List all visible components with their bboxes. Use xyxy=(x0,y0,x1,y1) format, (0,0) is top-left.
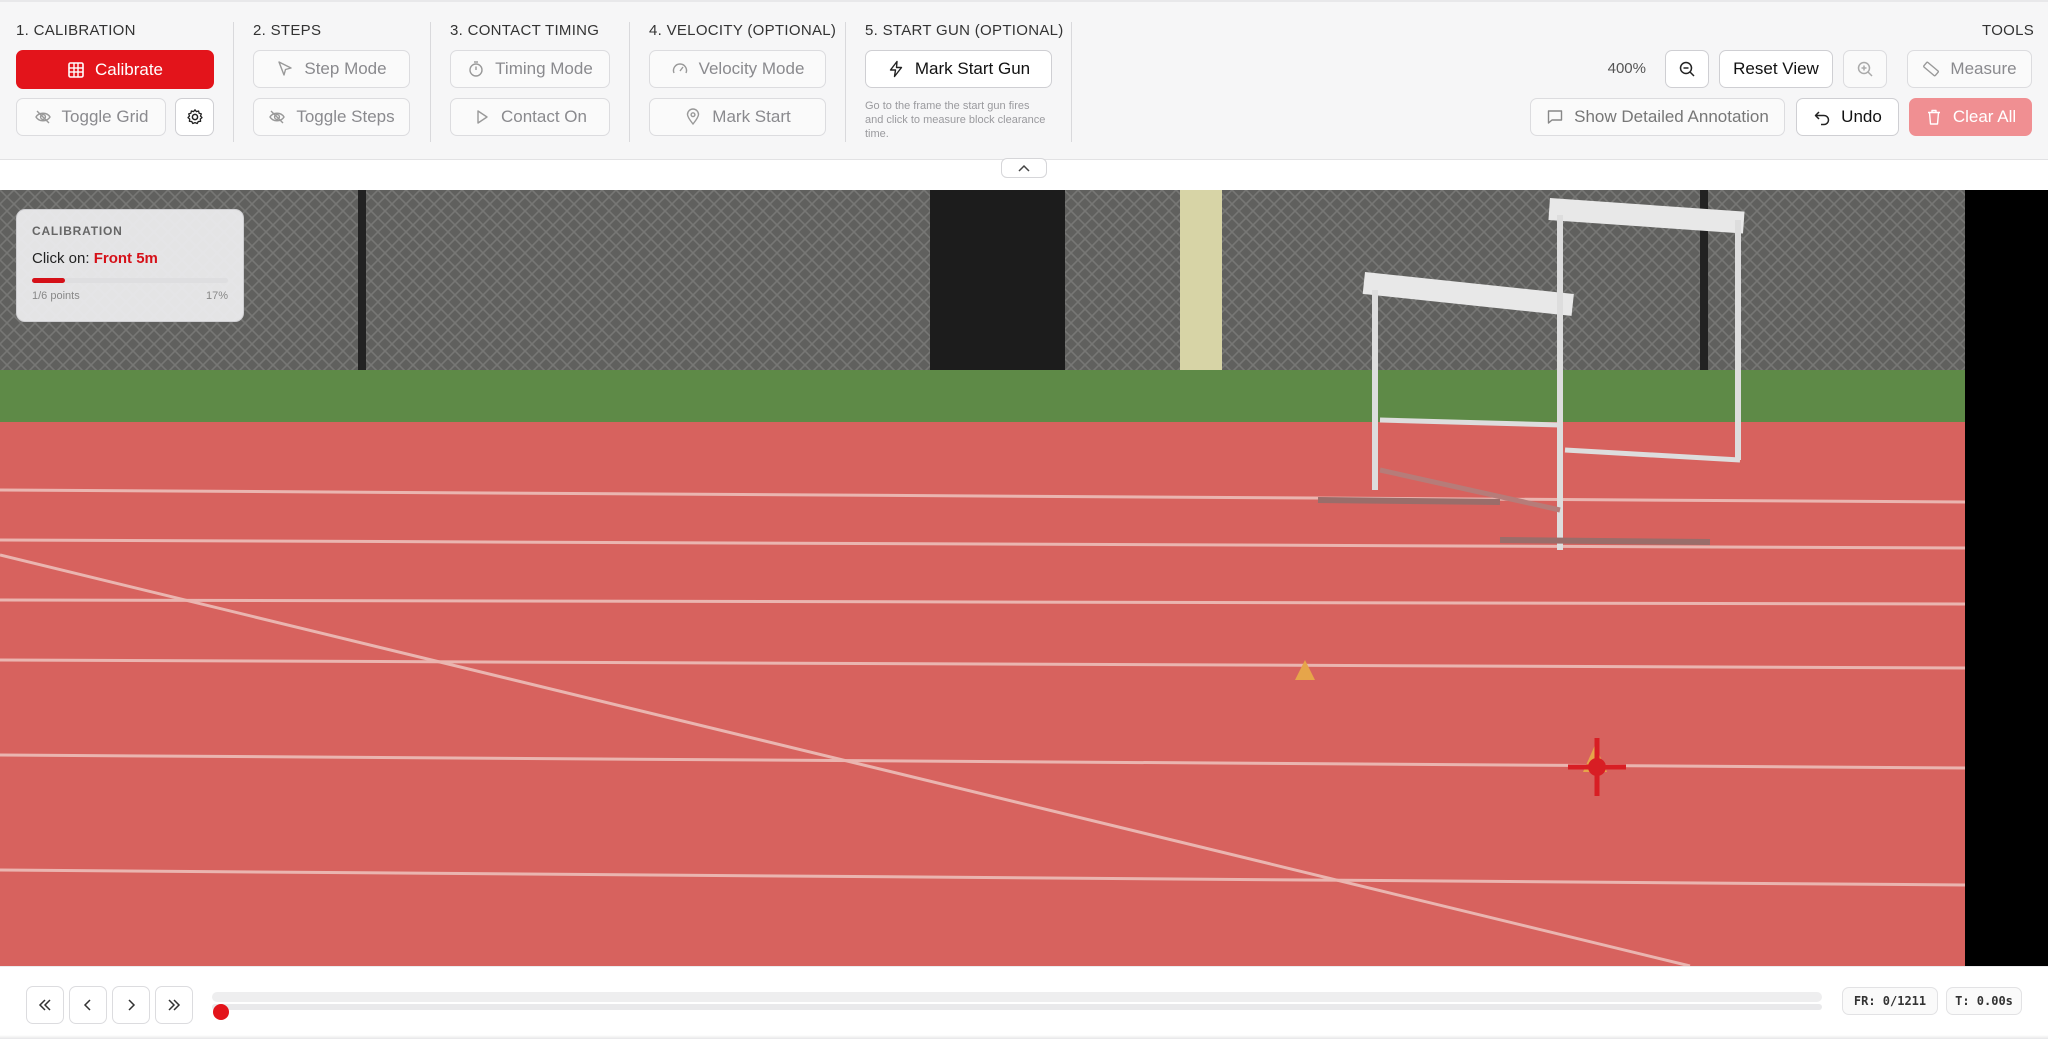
contact-on-button[interactable]: Contact On xyxy=(450,98,610,136)
velocity-mode-button[interactable]: Velocity Mode xyxy=(649,50,826,88)
calibration-progress-fill xyxy=(32,278,66,283)
grass xyxy=(0,370,1965,425)
step-mode-label: Step Mode xyxy=(304,59,387,78)
skip-to-start-button[interactable] xyxy=(26,986,64,1024)
timing-mode-button[interactable]: Timing Mode xyxy=(450,50,610,88)
chevron-up-icon xyxy=(1018,164,1030,172)
gear-icon xyxy=(186,109,203,125)
mark-start-label: Mark Start xyxy=(712,107,791,126)
mark-start-button[interactable]: Mark Start xyxy=(649,98,826,136)
video-frame[interactable] xyxy=(0,190,1965,966)
undo-button[interactable]: Undo xyxy=(1796,98,1899,136)
grid-icon xyxy=(68,61,84,78)
mark-start-gun-label: Mark Start Gun xyxy=(914,59,1031,78)
clear-all-label: Clear All xyxy=(1952,107,2017,126)
undo-icon xyxy=(1814,111,1830,126)
reset-view-button[interactable]: Reset View xyxy=(1719,50,1833,88)
stopwatch-icon xyxy=(469,61,483,77)
next-frame-button[interactable] xyxy=(112,986,150,1024)
timeline-scrub-track[interactable] xyxy=(212,1004,1822,1010)
calibration-points: 1/6 points xyxy=(32,290,80,302)
show-annotation-label: Show Detailed Annotation xyxy=(1574,107,1769,126)
eye-off-icon xyxy=(34,110,51,124)
calibration-progress-footer: 1/6 points 17% xyxy=(32,290,228,302)
measure-button[interactable]: Measure xyxy=(1907,50,2032,88)
skip-forward-icon xyxy=(168,999,181,1011)
step-mode-button[interactable]: Step Mode xyxy=(253,50,410,88)
timeline-playhead[interactable] xyxy=(213,1004,229,1020)
velocity-mode-label: Velocity Mode xyxy=(698,59,805,78)
fence-post xyxy=(358,190,366,375)
step-forward-icon xyxy=(128,999,136,1011)
pole xyxy=(1180,190,1222,390)
toggle-steps-label: Toggle Steps xyxy=(296,107,395,126)
toggle-steps-button[interactable]: Toggle Steps xyxy=(253,98,410,136)
grid-settings-button[interactable] xyxy=(175,98,214,136)
calibration-percent: 17% xyxy=(205,290,228,302)
mark-start-gun-button[interactable]: Mark Start Gun xyxy=(865,50,1052,88)
zoom-out-button[interactable] xyxy=(1665,50,1709,88)
toggle-grid-button[interactable]: Toggle Grid xyxy=(16,98,166,136)
calibration-target: Front 5m xyxy=(93,250,158,267)
undo-label: Undo xyxy=(1841,107,1882,126)
section-divider xyxy=(1071,22,1072,142)
show-annotation-button[interactable]: Show Detailed Annotation xyxy=(1530,98,1785,136)
previous-frame-button[interactable] xyxy=(69,986,107,1024)
cursor-icon xyxy=(278,61,293,76)
toggle-grid-label: Toggle Grid xyxy=(61,107,149,126)
ruler-icon xyxy=(1923,61,1940,77)
calibrate-button[interactable]: Calibrate xyxy=(16,50,214,89)
calibration-instruction: Click on: Front 5m xyxy=(32,250,228,267)
timing-mode-label: Timing Mode xyxy=(495,59,593,78)
time-readout: T: 0.00s xyxy=(1946,987,2022,1015)
tools-title: TOOLS xyxy=(1982,22,2035,39)
contact-on-label: Contact On xyxy=(501,107,587,126)
video-canvas[interactable] xyxy=(0,190,2048,966)
clear-all-button[interactable]: Clear All xyxy=(1909,98,2032,136)
track-surface xyxy=(0,422,1965,966)
click-on-prefix: Click on: xyxy=(32,250,90,267)
velocity-title: 4. VELOCITY (OPTIONAL) xyxy=(649,22,837,39)
zoom-level: 400% xyxy=(1607,60,1646,77)
section-divider xyxy=(430,22,431,142)
collapse-toolbar-button[interactable] xyxy=(1001,158,1047,178)
zoom-in-button[interactable] xyxy=(1843,50,1887,88)
calibration-status-title: CALIBRATION xyxy=(32,224,123,238)
toolbar: 1. CALIBRATION Calibrate Toggle Grid 2. … xyxy=(0,0,2048,160)
zoom-in-icon xyxy=(1857,61,1873,77)
eye-off-icon xyxy=(269,110,286,124)
contact-timing-title: 3. CONTACT TIMING xyxy=(450,22,600,39)
person-legs xyxy=(930,190,1065,375)
timeline-track[interactable] xyxy=(212,992,1822,1002)
frame-readout: FR: 0/1211 xyxy=(1842,987,1938,1015)
calibration-title: 1. CALIBRATION xyxy=(16,22,136,39)
playback-bar xyxy=(0,966,2048,1039)
trash-icon xyxy=(1927,109,1940,125)
reset-view-label: Reset View xyxy=(1733,59,1819,78)
section-divider xyxy=(629,22,630,142)
section-divider xyxy=(233,22,234,142)
comment-icon xyxy=(1547,110,1563,124)
start-gun-title: 5. START GUN (OPTIONAL) xyxy=(865,22,1064,39)
bottom-edge xyxy=(0,1035,2048,1039)
steps-title: 2. STEPS xyxy=(253,22,322,39)
calibration-progress-bar xyxy=(32,278,228,283)
skip-back-icon xyxy=(38,999,51,1011)
skip-to-end-button[interactable] xyxy=(155,986,193,1024)
map-pin-icon xyxy=(687,108,700,126)
section-divider xyxy=(845,22,846,142)
step-back-icon xyxy=(83,999,91,1011)
calibration-status-card: CALIBRATION Click on: Front 5m 1/6 point… xyxy=(16,209,244,322)
gauge-icon xyxy=(672,63,687,74)
lightning-icon xyxy=(889,60,903,78)
start-gun-hint: Go to the frame the start gun fires and … xyxy=(865,100,1046,140)
measure-label: Measure xyxy=(1950,59,2017,78)
zoom-out-icon xyxy=(1679,61,1695,77)
play-icon xyxy=(477,110,488,124)
calibrate-label: Calibrate xyxy=(94,59,164,79)
